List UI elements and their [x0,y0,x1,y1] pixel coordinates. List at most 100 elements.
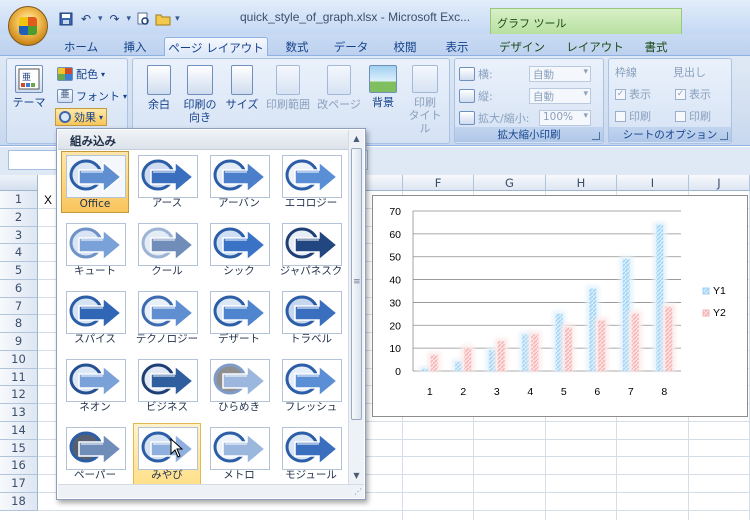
row-header-16[interactable]: 16 [0,457,38,475]
effect-option[interactable]: Office [61,151,129,213]
tab-insert[interactable]: 挿入 [114,37,156,56]
legend-label-y1: Y1 [713,285,726,297]
row-header-7[interactable]: 7 [0,297,38,316]
row-header-4[interactable]: 4 [0,244,38,262]
row-header-8[interactable]: 8 [0,315,38,333]
scroll-thumb[interactable] [351,148,362,420]
effect-option[interactable]: クール [133,219,201,281]
effect-option[interactable]: シック [205,219,273,281]
customize-icon[interactable]: ▾ [175,14,180,24]
effect-option[interactable]: アーバン [205,151,273,213]
row-header-2[interactable]: 2 [0,208,38,227]
effect-option[interactable]: ペーパー [61,423,129,485]
margins-button[interactable]: 余白 [141,65,177,111]
effect-option[interactable]: みやび [133,423,201,485]
y-tick-label: 0 [395,366,401,378]
fonts-button[interactable]: 亜 フォント ▾ [57,87,127,105]
tab-layout[interactable]: レイアウト [562,37,628,56]
row-header-5[interactable]: 5 [0,262,38,280]
chart-svg: 0 10 20 30 40 50 60 70 1 2 3 4 5 6 7 8 Y1 Y2 [389,206,726,398]
effect-option[interactable]: モジュール [277,423,345,485]
tab-formulas[interactable]: 数式 [276,37,318,56]
headings-print-checkbox[interactable]: 印刷 [675,107,711,125]
effect-option[interactable]: メトロ [205,423,273,485]
row-header-14[interactable]: 14 [0,421,38,440]
redo-icon[interactable]: ↷ [107,11,123,27]
office-button[interactable] [8,6,48,46]
size-button[interactable]: サイズ [225,65,259,111]
tab-page-layout[interactable]: ページ レイアウト [164,37,268,56]
row-header-13[interactable]: 13 [0,404,38,422]
gridlines-print-checkbox[interactable]: 印刷 [615,107,651,125]
colors-button[interactable]: 配色 ▾ [57,65,105,83]
bar-y1 [622,259,630,371]
effect-option[interactable]: エコロジー [277,151,345,213]
breaks-button[interactable]: 改ページ [317,65,361,111]
tab-home[interactable]: ホーム [56,37,106,56]
sheet-options-group: 枠線 見出し ✓ 表示 ✓ 表示 印刷 印刷 シートのオプション [608,58,732,144]
effect-preview-icon [282,291,342,334]
effect-option[interactable]: キュート [61,219,129,281]
undo-icon[interactable]: ↶ [78,11,94,27]
themes-button[interactable]: 亜 テーマ [11,65,47,109]
row-header-1[interactable]: 1 [0,191,38,209]
row-header-3[interactable]: 3 [0,226,38,245]
tab-data[interactable]: データ [326,37,376,56]
tab-review[interactable]: 校閲 [384,37,426,56]
effect-option[interactable]: デザート [205,287,273,349]
effect-option[interactable]: ビジネス [133,355,201,417]
tab-design[interactable]: デザイン [490,37,554,56]
background-button[interactable]: 背景 [365,65,401,109]
column-header-f[interactable]: F [403,175,474,191]
tab-format[interactable]: 書式 [634,37,678,56]
effect-option[interactable]: ジャパネスク [277,219,345,281]
undo-dropdown-icon[interactable]: ▾ [98,14,103,24]
select-all-corner[interactable] [0,175,38,191]
row-header-18[interactable]: 18 [0,492,38,511]
effect-option[interactable]: テクノロジー [133,287,201,349]
column-header-g[interactable]: G [474,175,546,191]
redo-dropdown-icon[interactable]: ▾ [127,14,132,24]
column-header-j[interactable]: J [689,175,750,191]
sheet-options-dialog-launcher-icon[interactable] [720,132,728,140]
resize-grip-icon[interactable]: ⋰ [354,487,362,496]
row-header-15[interactable]: 15 [0,439,38,458]
scale-dialog-launcher-icon[interactable] [592,132,600,140]
row-header-12[interactable]: 12 [0,386,38,404]
row-header-17[interactable]: 17 [0,475,38,493]
effect-preview-icon [66,359,126,402]
print-titles-button[interactable]: 印刷 タイトル [405,65,445,135]
open-folder-icon[interactable] [155,11,171,27]
headings-view-checkbox[interactable]: ✓ 表示 [675,85,711,103]
effect-preview-icon [66,291,126,334]
row-header-10[interactable]: 10 [0,350,38,369]
effect-option[interactable]: スパイス [61,287,129,349]
scroll-up-icon[interactable]: ▲ [350,132,363,145]
scroll-down-icon[interactable]: ▼ [350,469,363,482]
sheet-options-group-label: シートのオプション [609,127,731,142]
effect-option[interactable]: アース [133,151,201,213]
row-header-6[interactable]: 6 [0,279,38,298]
column-header-i[interactable]: I [617,175,689,191]
row-header-11[interactable]: 11 [0,368,38,387]
tab-view[interactable]: 表示 [436,37,478,56]
effect-option[interactable]: ネオン [61,355,129,417]
effect-option[interactable]: フレッシュ [277,355,345,417]
print-preview-icon[interactable] [135,11,151,27]
width-select[interactable]: 自動 [529,66,591,82]
height-select[interactable]: 自動 [529,88,591,104]
row-header-9[interactable]: 9 [0,333,38,351]
effect-option[interactable]: ひらめき [205,355,273,417]
chart-area[interactable]: 0 10 20 30 40 50 60 70 1 2 3 4 5 6 7 8 Y1 Y2 [372,195,748,417]
cell-a1-value[interactable]: X [44,193,52,207]
orientation-button[interactable]: 印刷の 向き [179,65,221,124]
gridlines-view-checkbox[interactable]: ✓ 表示 [615,85,651,103]
print-area-button[interactable]: 印刷範囲 [263,65,313,111]
effects-button[interactable]: 効果 ▾ [55,108,108,126]
effect-option[interactable]: トラベル [277,287,345,349]
save-icon[interactable] [58,11,74,27]
scale-input[interactable]: 100% [539,110,591,126]
gallery-scrollbar[interactable]: ▲ ▼ [348,130,364,484]
column-header-h[interactable]: H [546,175,617,191]
background-label: 背景 [372,96,394,109]
